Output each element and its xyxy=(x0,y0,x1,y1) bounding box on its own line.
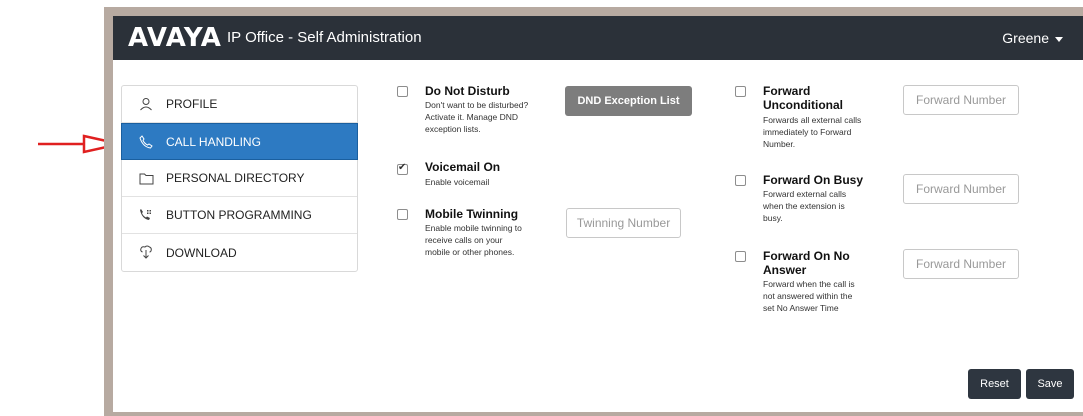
forward-on-busy-title: Forward On Busy xyxy=(763,173,864,187)
app-window: AVAYA IP Office - Self Administration Gr… xyxy=(113,16,1083,412)
voicemail-description: Enable voicemail xyxy=(425,177,490,187)
forward-on-busy-description: Forward external calls when the extension… xyxy=(763,189,847,223)
forward-on-no-answer-number-input[interactable] xyxy=(904,257,1018,271)
folder-icon xyxy=(138,170,154,186)
nav-item-call-handling[interactable]: CALL HANDLING xyxy=(121,123,358,160)
twinning-number-field[interactable] xyxy=(566,208,681,238)
user-menu[interactable]: Greene xyxy=(1002,30,1063,46)
forward-on-no-answer-title: Forward On No Answer xyxy=(763,249,850,277)
reset-button[interactable]: Reset xyxy=(968,369,1021,399)
forward-on-no-answer-description: Forward when the call is not answered wit… xyxy=(763,279,855,313)
forward-unconditional-number-input[interactable] xyxy=(904,93,1018,107)
mobile-twinning-description: Enable mobile twinning to receive calls o… xyxy=(425,223,522,257)
voicemail-checkbox[interactable] xyxy=(397,162,408,175)
forward-on-no-answer-checkbox[interactable] xyxy=(735,251,746,262)
person-icon xyxy=(138,96,154,112)
nav-label: BUTTON PROGRAMMING xyxy=(166,208,312,222)
keypad-phone-icon xyxy=(138,207,154,223)
side-nav: PROFILE CALL HANDLING PERSONAL DIRECTORY… xyxy=(121,85,358,272)
phone-icon xyxy=(138,134,154,150)
avaya-logo: AVAYA xyxy=(128,23,222,53)
twinning-number-input[interactable] xyxy=(567,216,680,230)
forward-unconditional-title: Forward Unconditional xyxy=(763,84,843,112)
caret-down-icon xyxy=(1055,36,1063,42)
forward-on-no-answer-number-field[interactable] xyxy=(903,249,1019,279)
forward-on-busy-number-input[interactable] xyxy=(904,182,1018,196)
dnd-checkbox[interactable] xyxy=(397,86,408,97)
app-title: IP Office - Self Administration xyxy=(227,29,422,46)
voicemail-title: Voicemail On xyxy=(425,160,501,174)
nav-item-download[interactable]: DOWNLOAD xyxy=(122,234,357,271)
nav-label: PROFILE xyxy=(166,97,218,111)
save-button[interactable]: Save xyxy=(1026,369,1074,399)
nav-item-profile[interactable]: PROFILE xyxy=(122,86,357,123)
mobile-twinning-title: Mobile Twinning xyxy=(425,207,519,221)
top-bar: AVAYA IP Office - Self Administration Gr… xyxy=(113,16,1083,60)
nav-item-personal-directory[interactable]: PERSONAL DIRECTORY xyxy=(122,160,357,197)
forward-unconditional-number-field[interactable] xyxy=(903,85,1019,115)
dnd-exception-list-button[interactable]: DND Exception List xyxy=(565,86,692,116)
download-icon xyxy=(138,245,154,261)
mobile-twinning-checkbox[interactable] xyxy=(397,209,408,220)
user-name: Greene xyxy=(1002,30,1049,46)
forward-unconditional-checkbox[interactable] xyxy=(735,86,746,97)
forward-on-busy-number-field[interactable] xyxy=(903,174,1019,204)
nav-item-button-programming[interactable]: BUTTON PROGRAMMING xyxy=(122,197,357,234)
dnd-title: Do Not Disturb xyxy=(425,84,510,98)
nav-label: PERSONAL DIRECTORY xyxy=(166,171,305,185)
nav-label: CALL HANDLING xyxy=(166,134,261,149)
dnd-description: Don't want to be disturbed? Activate it. … xyxy=(425,100,529,134)
forward-on-busy-checkbox[interactable] xyxy=(735,175,746,186)
forward-unconditional-description: Forwards all external calls immediately t… xyxy=(763,115,862,149)
nav-label: DOWNLOAD xyxy=(166,245,237,260)
